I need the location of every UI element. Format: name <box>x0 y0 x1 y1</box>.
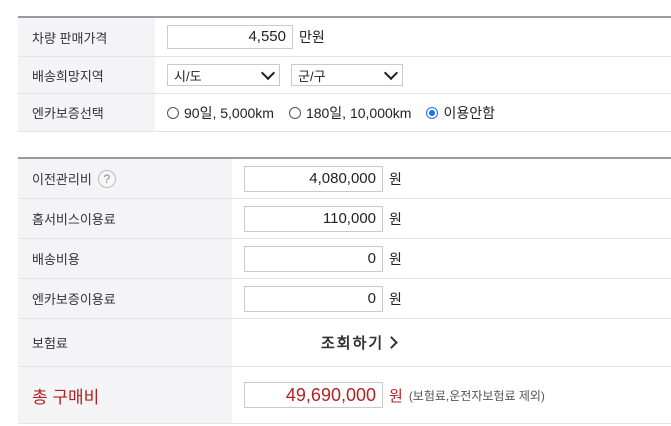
total-input: 49,690,000 <box>244 382 383 408</box>
radio-selected-icon <box>426 106 439 119</box>
insurance-lookup-label: 조회하기 <box>321 335 385 352</box>
warranty-option-label: 90일, 5,000km <box>184 104 274 121</box>
total-label: 총 구매비 <box>18 367 232 423</box>
warranty-options: 90일, 5,000km 180일, 10,000km 이용안함 <box>155 94 510 131</box>
total-row: 총 구매비 49,690,000 원 (보험료,운전자보험료 제외) <box>18 367 671 424</box>
help-icon[interactable]: ? <box>97 169 116 188</box>
district-select[interactable]: 군/구 <box>291 64 403 86</box>
currency-unit: 원 <box>389 250 402 267</box>
delivery-row: 배송비용 0 원 <box>18 239 671 279</box>
warranty-option-none[interactable]: 이용안함 <box>426 103 495 123</box>
insurance-label: 보험료 <box>18 319 232 366</box>
region-label: 배송희망지역 <box>18 57 155 93</box>
warranty-option-180d[interactable]: 180일, 10,000km <box>288 103 412 123</box>
delivery-cell: 0 원 <box>232 239 402 278</box>
warranty-fee-label: 엔카보증이용료 <box>18 279 232 318</box>
transfer-fee-cell: 4,080,000 원 <box>232 159 402 198</box>
home-service-input[interactable]: 110,000 <box>244 205 383 232</box>
delivery-label: 배송비용 <box>18 239 232 278</box>
price-cell: 4,550 만원 <box>155 18 325 56</box>
radio-icon <box>288 106 301 119</box>
warranty-fee-input[interactable]: 0 <box>244 285 383 312</box>
province-select[interactable]: 시/도 <box>167 64 280 86</box>
transfer-fee-label: 이전관리비 <box>32 172 92 187</box>
province-select-value: 시/도 <box>174 68 202 84</box>
chevron-right-icon <box>385 336 399 349</box>
currency-unit: 원 <box>389 290 402 307</box>
vehicle-info-table: 차량 판매가격 4,550 만원 배송희망지역 시/도 군/구 엔카보증선택 9… <box>18 16 671 132</box>
warranty-row: 엔카보증선택 90일, 5,000km 180일, 10,000km 이용안함 <box>18 94 671 132</box>
warranty-option-label: 180일, 10,000km <box>305 104 412 121</box>
transfer-fee-label-cell: 이전관리비 ? <box>18 159 232 198</box>
warranty-label: 엔카보증선택 <box>18 94 155 131</box>
transfer-fee-row: 이전관리비 ? 4,080,000 원 <box>18 159 671 199</box>
home-service-row: 홈서비스이용료 110,000 원 <box>18 199 671 239</box>
total-unit: 원 <box>389 387 403 405</box>
price-unit: 만원 <box>299 29 325 45</box>
currency-unit: 원 <box>389 210 402 227</box>
region-cell: 시/도 군/구 <box>155 57 403 93</box>
warranty-fee-cell: 0 원 <box>232 279 402 318</box>
home-service-cell: 110,000 원 <box>232 199 402 238</box>
chevron-down-icon <box>383 65 399 81</box>
warranty-option-90d[interactable]: 90일, 5,000km <box>167 103 274 123</box>
warranty-fee-row: 엔카보증이용료 0 원 <box>18 279 671 319</box>
insurance-row: 보험료 조회하기 <box>18 319 671 367</box>
insurance-lookup-button[interactable]: 조회하기 <box>321 332 399 353</box>
delivery-input[interactable]: 0 <box>244 245 383 272</box>
price-input[interactable]: 4,550 <box>167 25 293 49</box>
total-note: (보험료,운전자보험료 제외) <box>408 388 545 403</box>
region-row: 배송희망지역 시/도 군/구 <box>18 57 671 94</box>
total-cell: 49,690,000 원 (보험료,운전자보험료 제외) <box>232 367 545 423</box>
currency-unit: 원 <box>389 170 402 187</box>
price-label: 차량 판매가격 <box>18 18 155 56</box>
district-select-value: 군/구 <box>298 68 326 84</box>
fees-table: 이전관리비 ? 4,080,000 원 홈서비스이용료 110,000 원 배송… <box>18 157 671 424</box>
insurance-cell: 조회하기 <box>232 319 399 366</box>
warranty-option-label: 이용안함 <box>443 104 495 121</box>
price-row: 차량 판매가격 4,550 만원 <box>18 18 671 57</box>
home-service-label: 홈서비스이용료 <box>18 199 232 238</box>
radio-icon <box>167 106 179 119</box>
chevron-down-icon <box>260 65 276 81</box>
transfer-fee-input[interactable]: 4,080,000 <box>244 165 383 192</box>
